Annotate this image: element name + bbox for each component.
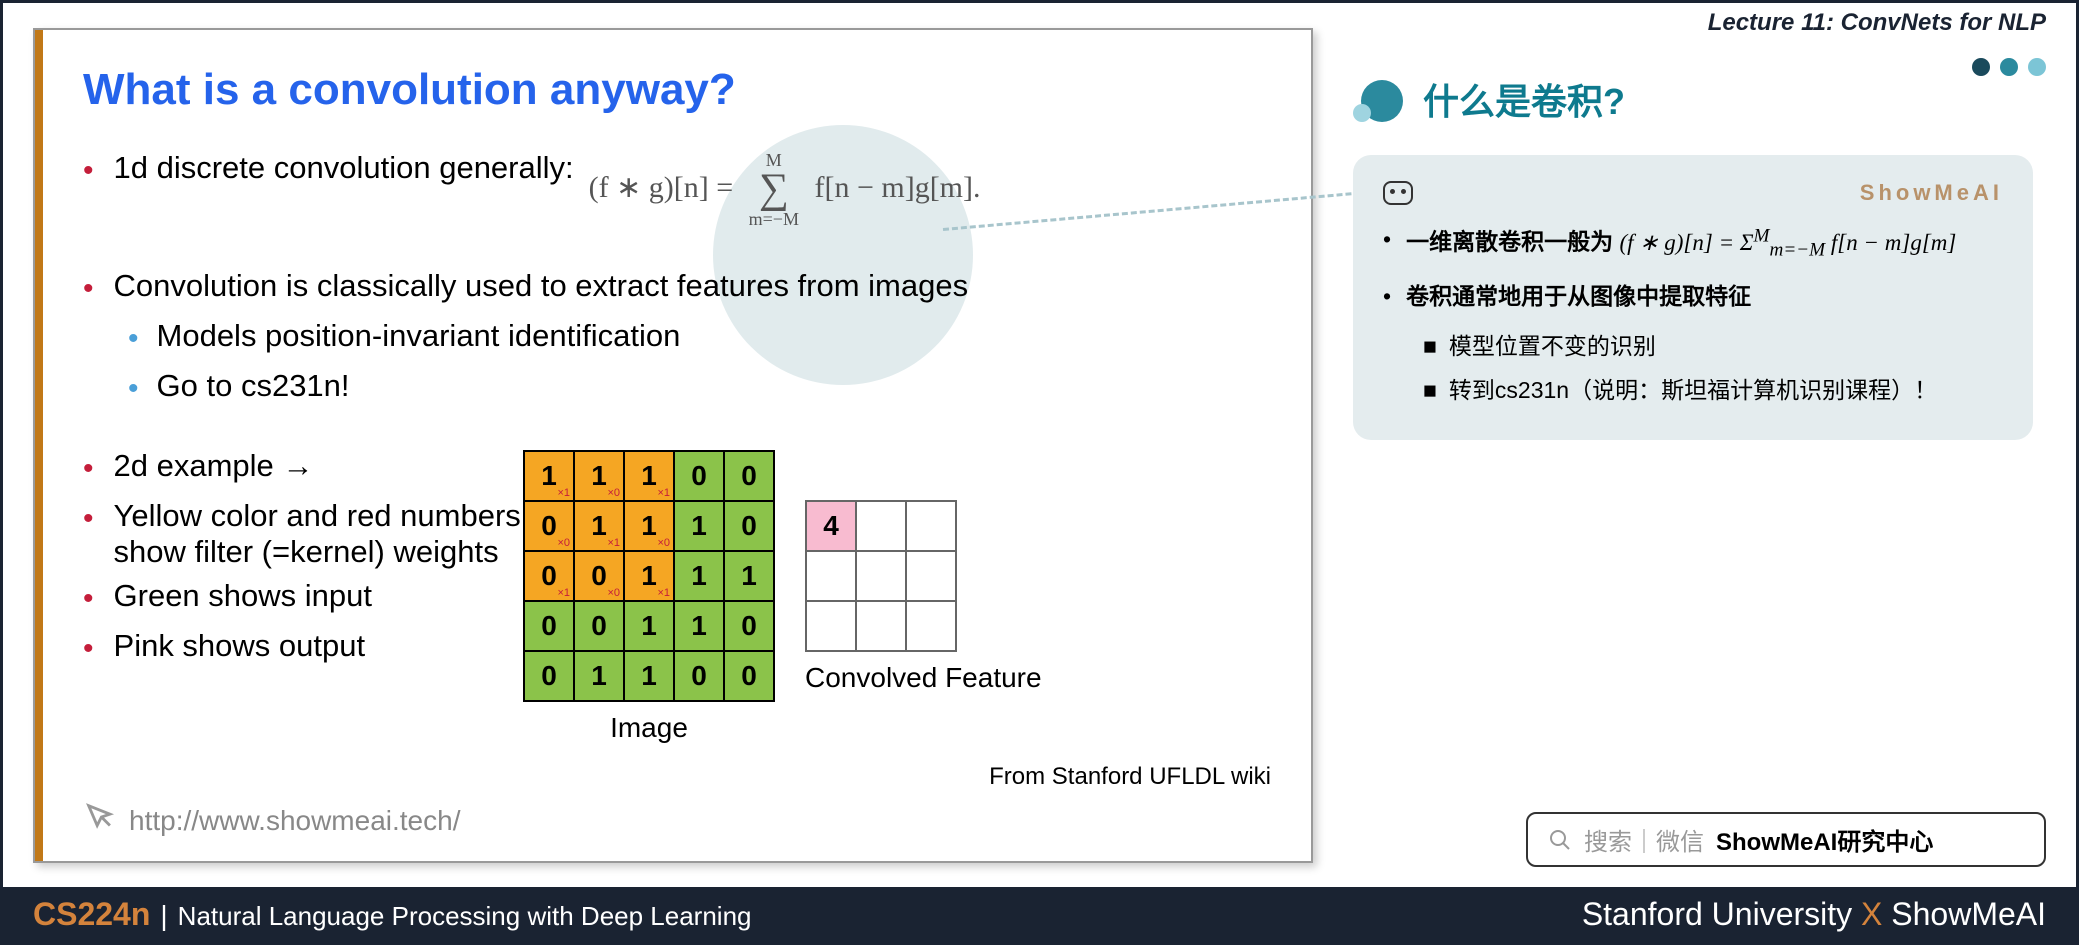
- section-icon: [1353, 77, 1408, 122]
- bullet-cs231n: Go to cs231n!: [157, 368, 350, 404]
- image-label: Image: [523, 712, 775, 744]
- cn-sub-cs231n: 转到cs231n（说明：斯坦福计算机识别课程）！: [1423, 371, 2003, 405]
- convolution-formula: (f ∗ g)[n] = M∑m=−M f[n − m]g[m].: [589, 150, 981, 230]
- search-icon: [1548, 828, 1572, 852]
- slide-title: What is a convolution anyway?: [83, 65, 1271, 115]
- brand-label: ShowMeAI: [1860, 180, 2003, 206]
- bullet-yellow: Yellow color and red numbers show filter…: [114, 498, 554, 570]
- bullet-pink: Pink shows output: [114, 628, 366, 664]
- website-link[interactable]: http://www.showmeai.tech/: [83, 800, 460, 841]
- cn-bullet-extract: 卷积通常地用于从图像中提取特征: [1406, 278, 1751, 315]
- cursor-icon: [83, 800, 117, 841]
- course-subtitle: Natural Language Processing with Deep Le…: [178, 901, 752, 932]
- translation-panel: 什么是卷积? ShowMeAI • 一维离散卷积一般为 (f ∗ g)[n] =…: [1353, 58, 2053, 440]
- search-box[interactable]: 搜索｜微信 ShowMeAI研究中心: [1526, 812, 2046, 867]
- cn-bullet-1d: 一维离散卷积一般为 (f ∗ g)[n] = ΣMm=−M f[n − m]g[…: [1406, 221, 1956, 266]
- footer-attribution: Stanford University X ShowMeAI: [1582, 896, 2046, 933]
- bullet-1d-conv: 1d discrete convolution generally:: [114, 150, 574, 186]
- bullet-2d-example: 2d example →: [114, 448, 314, 484]
- robot-icon: [1383, 181, 1413, 205]
- footer: CS224n | Natural Language Processing wit…: [3, 887, 2076, 942]
- bullet-conv-images: Convolution is classically used to extra…: [114, 268, 969, 304]
- cn-sub-position: 模型位置不变的识别: [1423, 327, 2003, 361]
- accent-bar: [35, 30, 43, 861]
- bullet-position-invariant: Models position-invariant identification: [157, 318, 681, 354]
- note-box: ShowMeAI • 一维离散卷积一般为 (f ∗ g)[n] = ΣMm=−M…: [1353, 155, 2033, 440]
- course-code: CS224n: [33, 896, 150, 933]
- bullet-green: Green shows input: [114, 578, 372, 614]
- search-brand: ShowMeAI研究中心: [1716, 822, 1933, 857]
- lecture-title: Lecture 11: ConvNets for NLP: [1708, 9, 2046, 37]
- slide: What is a convolution anyway? • 1d discr…: [33, 28, 1313, 863]
- header: Lecture 11: ConvNets for NLP: [1416, 3, 2076, 43]
- search-hint: 搜索｜微信: [1584, 822, 1704, 857]
- cn-title: 什么是卷积?: [1423, 73, 1625, 125]
- attribution: From Stanford UFLDL wiki: [989, 763, 1271, 791]
